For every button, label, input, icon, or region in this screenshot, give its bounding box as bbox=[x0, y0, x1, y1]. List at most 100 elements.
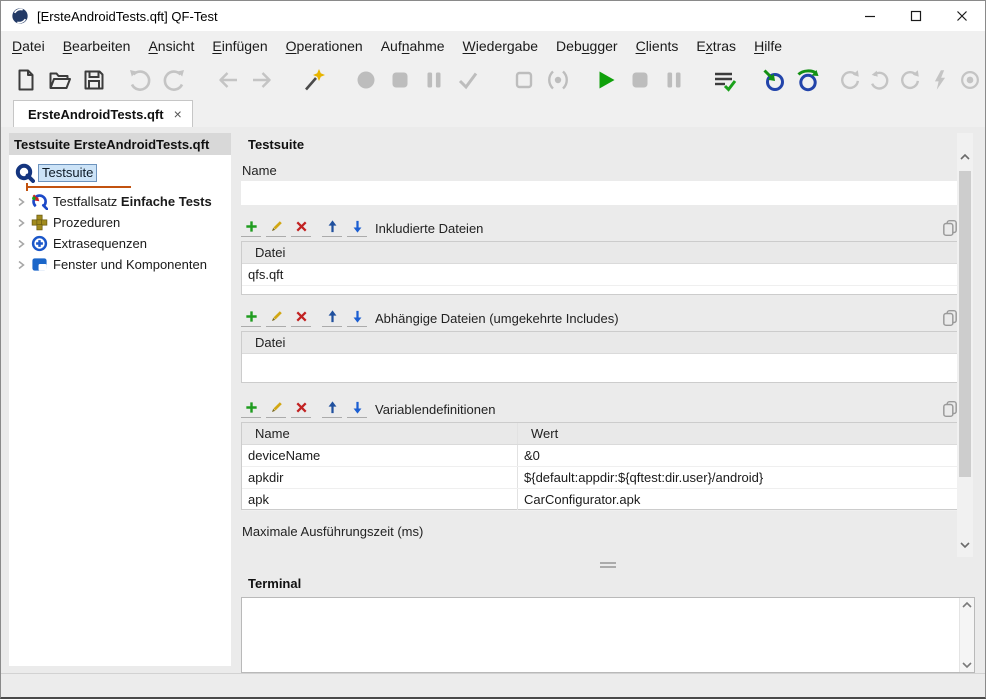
menu-extras[interactable]: Extras bbox=[687, 34, 745, 58]
tree-node-extrasequenzen[interactable]: Extrasequenzen bbox=[13, 233, 231, 254]
terminal-output[interactable] bbox=[241, 597, 975, 673]
table-row[interactable]: apk CarConfigurator.apk bbox=[242, 489, 958, 511]
table-header-row: Name Wert bbox=[242, 423, 958, 445]
edit-button[interactable] bbox=[266, 219, 286, 237]
minimize-icon bbox=[864, 10, 876, 22]
close-button[interactable] bbox=[939, 1, 985, 31]
step-skip-button[interactable] bbox=[865, 64, 895, 96]
menu-clients[interactable]: Clients bbox=[627, 34, 688, 58]
move-up-button[interactable] bbox=[322, 309, 342, 327]
tree-node-fenster-und-komponenten[interactable]: Fenster und Komponenten bbox=[13, 254, 231, 275]
stop-icon bbox=[627, 67, 653, 93]
details-scrollbar[interactable] bbox=[957, 133, 973, 557]
step-out-button[interactable] bbox=[835, 64, 865, 96]
tree-node-testsuite[interactable]: Testsuite bbox=[13, 161, 231, 185]
menu-datei[interactable]: Datei bbox=[3, 34, 54, 58]
menu-wiedergabe[interactable]: Wiedergabe bbox=[454, 34, 548, 58]
plus-icon bbox=[244, 400, 259, 415]
edit-button[interactable] bbox=[266, 400, 286, 418]
expand-chevron-icon[interactable] bbox=[13, 257, 29, 273]
pause-record-button[interactable] bbox=[417, 64, 451, 96]
record-check-button[interactable] bbox=[451, 64, 485, 96]
qf-test-window: [ErsteAndroidTests.qft] QF-Test Datei Be… bbox=[0, 0, 986, 699]
menu-hilfe[interactable]: Hilfe bbox=[745, 34, 791, 58]
testfallsatz-icon bbox=[31, 193, 48, 210]
tree-header: Testsuite ErsteAndroidTests.qft bbox=[9, 133, 231, 155]
main-content: Testsuite ErsteAndroidTests.qft Testsuit… bbox=[1, 127, 985, 674]
edit-button[interactable] bbox=[266, 309, 286, 327]
quickstart-wizard-button[interactable] bbox=[297, 64, 331, 96]
scroll-down-icon[interactable] bbox=[960, 541, 970, 549]
move-up-button[interactable] bbox=[322, 400, 342, 418]
scroll-down-icon[interactable] bbox=[962, 661, 972, 669]
expand-chevron-icon[interactable] bbox=[13, 236, 29, 252]
nav-back-button[interactable] bbox=[211, 64, 245, 96]
delete-button[interactable] bbox=[291, 219, 311, 237]
menu-einfuegen[interactable]: Einfügen bbox=[203, 34, 276, 58]
tab-erste-android-tests[interactable]: ErsteAndroidTests.qft × bbox=[13, 100, 193, 127]
interrupt-button[interactable] bbox=[925, 64, 955, 96]
open-folder-icon bbox=[47, 67, 73, 93]
tab-close-icon[interactable]: × bbox=[174, 106, 182, 122]
name-label: Name bbox=[242, 163, 959, 178]
terminal-scrollbar[interactable] bbox=[959, 598, 974, 672]
stop-record-button[interactable] bbox=[383, 64, 417, 96]
splitter-grip-icon[interactable] bbox=[600, 560, 616, 570]
run-log-button[interactable] bbox=[707, 64, 741, 96]
scroll-up-icon[interactable] bbox=[960, 153, 970, 161]
step-over-button[interactable] bbox=[791, 64, 825, 96]
table-row[interactable]: qfs.qft bbox=[242, 264, 958, 286]
expand-chevron-icon[interactable] bbox=[13, 215, 29, 231]
redo-icon bbox=[161, 67, 187, 93]
move-down-button[interactable] bbox=[347, 309, 367, 327]
stop-record-icon bbox=[387, 67, 413, 93]
step-return-button[interactable] bbox=[895, 64, 925, 96]
undo-button[interactable] bbox=[123, 64, 157, 96]
menu-bearbeiten[interactable]: Bearbeiten bbox=[54, 34, 140, 58]
maximize-button[interactable] bbox=[893, 1, 939, 31]
tree-node-name-editor[interactable]: Testsuite bbox=[38, 164, 97, 182]
delete-button[interactable] bbox=[291, 309, 311, 327]
save-icon bbox=[81, 67, 107, 93]
move-down-button[interactable] bbox=[347, 219, 367, 237]
move-down-button[interactable] bbox=[347, 400, 367, 418]
new-file-button[interactable] bbox=[9, 64, 43, 96]
save-button[interactable] bbox=[77, 64, 111, 96]
record-button[interactable] bbox=[349, 64, 383, 96]
record-icon bbox=[353, 67, 379, 93]
menu-debugger[interactable]: Debugger bbox=[547, 34, 627, 58]
nav-forward-button[interactable] bbox=[245, 64, 279, 96]
section-title: Variablendefinitionen bbox=[375, 402, 495, 417]
table-row[interactable]: deviceName &0 bbox=[242, 445, 958, 467]
delete-button[interactable] bbox=[291, 400, 311, 418]
terminal-splitter[interactable] bbox=[241, 557, 975, 573]
record-component-button[interactable] bbox=[507, 64, 541, 96]
tree-node-testfallsatz[interactable]: Testfallsatz Einfache Tests bbox=[13, 191, 231, 212]
section-title: Abhängige Dateien (umgekehrte Includes) bbox=[375, 311, 619, 326]
tree-node-prozeduren[interactable]: Prozeduren bbox=[13, 212, 231, 233]
scrollbar-thumb[interactable] bbox=[959, 171, 971, 477]
menu-aufnahme[interactable]: Aufnahme bbox=[372, 34, 454, 58]
breakpoint-button[interactable] bbox=[955, 64, 985, 96]
included-files-toolbar: Inkludierte Dateien bbox=[241, 218, 959, 238]
menu-operationen[interactable]: Operationen bbox=[277, 34, 372, 58]
open-file-button[interactable] bbox=[43, 64, 77, 96]
add-button[interactable] bbox=[241, 219, 261, 237]
expand-chevron-icon[interactable] bbox=[13, 194, 29, 210]
add-button[interactable] bbox=[241, 309, 261, 327]
move-up-button[interactable] bbox=[322, 219, 342, 237]
add-button[interactable] bbox=[241, 400, 261, 418]
status-bar bbox=[1, 673, 985, 697]
play-button[interactable] bbox=[589, 64, 623, 96]
scroll-up-icon[interactable] bbox=[962, 601, 972, 609]
redo-button[interactable] bbox=[157, 64, 191, 96]
testsuite-q-icon bbox=[15, 163, 35, 183]
menu-ansicht[interactable]: Ansicht bbox=[139, 34, 203, 58]
name-input[interactable] bbox=[241, 181, 958, 205]
record-hotkey-button[interactable] bbox=[541, 64, 575, 96]
table-row[interactable]: apkdir ${default:appdir:${qftest:dir.use… bbox=[242, 467, 958, 489]
step-into-button[interactable] bbox=[757, 64, 791, 96]
minimize-button[interactable] bbox=[847, 1, 893, 31]
stop-run-button[interactable] bbox=[623, 64, 657, 96]
pause-run-button[interactable] bbox=[657, 64, 691, 96]
